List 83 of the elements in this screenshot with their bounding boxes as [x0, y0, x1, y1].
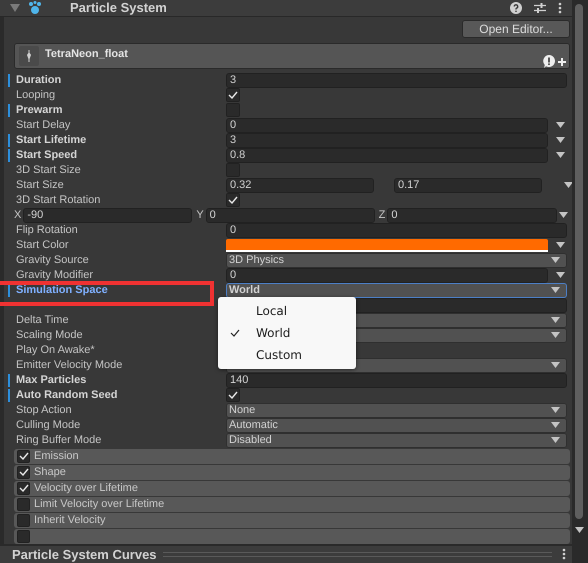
checkbox[interactable]	[17, 450, 30, 463]
module-header[interactable]: Inherit Velocity	[14, 512, 570, 528]
property-label: Start Size	[16, 179, 64, 192]
mesh-thumbnail-icon	[19, 46, 39, 66]
asset-name: TetraNeon_float	[45, 48, 128, 60]
property-label: Emitter Velocity Mode	[16, 359, 122, 372]
module-header[interactable]: Shape	[14, 464, 570, 480]
property-label: Prewarm	[16, 104, 62, 116]
property-label: Duration	[16, 74, 62, 86]
property-label: Start Color	[16, 239, 69, 252]
warning-icon[interactable]	[543, 54, 555, 68]
number-field[interactable]: -90	[23, 208, 192, 223]
property-label: Start Delay	[16, 119, 70, 132]
property-label: Culling Mode	[16, 419, 80, 432]
caret-icon	[551, 362, 560, 368]
number-field[interactable]: 3	[226, 132, 548, 148]
number-field[interactable]: 3	[226, 72, 567, 88]
property-label: Delta Time	[16, 314, 69, 326]
property-label: Ring Buffer Mode	[16, 434, 102, 446]
dropdown-arrow-icon[interactable]	[556, 272, 565, 278]
property-label: 3D Start Size	[16, 164, 81, 176]
number-field[interactable]: 0.8	[226, 148, 548, 163]
checkbox[interactable]	[17, 514, 30, 527]
caret-icon	[551, 257, 560, 264]
property-label: Looping	[16, 89, 56, 102]
settings-sliders-icon[interactable]	[534, 2, 546, 14]
dropdown-arrow-icon[interactable]	[564, 182, 573, 188]
more-options-icon[interactable]	[562, 548, 566, 560]
number-field[interactable]: 0.32	[226, 178, 374, 193]
checkbox[interactable]	[17, 530, 30, 543]
dropdown-arrow-icon[interactable]	[556, 242, 565, 248]
checkbox[interactable]	[226, 388, 240, 402]
help-icon[interactable]	[510, 2, 522, 14]
more-options-icon[interactable]	[558, 2, 562, 14]
property-label: Gravity Source	[16, 254, 89, 266]
property-label: Scaling Mode	[16, 329, 83, 342]
panel-title: Particle System Curves	[12, 546, 157, 562]
axis-label: Z	[378, 209, 386, 222]
module-header[interactable]: Emission	[14, 448, 570, 464]
menu-item[interactable]: Local	[218, 300, 356, 322]
scroll-down-arrow-icon[interactable]	[575, 527, 584, 533]
dropdown-field[interactable]: World	[226, 282, 567, 298]
checkbox[interactable]	[226, 88, 240, 102]
axis-label: Y	[196, 209, 204, 222]
dropdown-field[interactable]: Automatic	[226, 418, 567, 433]
checkbox[interactable]	[226, 193, 240, 208]
property-label: Flip Rotation	[16, 224, 78, 236]
dropdown-arrow-icon[interactable]	[559, 212, 568, 218]
caret-icon	[551, 287, 560, 294]
property-label: Start Speed	[16, 149, 78, 162]
property-label: Stop Action	[16, 404, 72, 416]
property-label: Play On Awake*	[16, 344, 95, 356]
property-label: 3D Start Rotation	[16, 194, 100, 206]
menu-item[interactable]: World	[218, 322, 356, 344]
number-field[interactable]: 0	[387, 208, 557, 223]
property-label: Gravity Modifier	[16, 269, 94, 282]
checkbox[interactable]	[17, 498, 30, 511]
property-label: Simulation Space	[16, 284, 108, 296]
number-field[interactable]: 0	[226, 268, 548, 283]
plus-icon[interactable]	[558, 58, 566, 66]
checkbox[interactable]	[17, 482, 30, 495]
color-field[interactable]	[226, 238, 548, 252]
dropdown-field[interactable]: Disabled	[226, 432, 567, 448]
dropdown-field[interactable]: None	[226, 402, 567, 418]
axis-label: X	[14, 209, 22, 222]
scrollbar[interactable]	[572, 0, 588, 563]
dropdown-field[interactable]: 3D Physics	[226, 252, 567, 268]
open-editor-button[interactable]: Open Editor...	[462, 20, 570, 38]
number-field[interactable]: 0	[226, 118, 548, 133]
property-label: Start Lifetime	[16, 134, 86, 146]
number-field[interactable]: 0	[226, 222, 567, 238]
number-field[interactable]: 0.17	[394, 178, 542, 193]
menu-item[interactable]: Custom	[218, 344, 356, 366]
component-title: Particle System	[70, 0, 167, 16]
checkbox[interactable]	[17, 466, 30, 479]
property-label: Auto Random Seed	[16, 389, 118, 402]
foldout-arrow-icon[interactable]	[10, 4, 20, 12]
module-header[interactable]: Limit Velocity over Lifetime	[14, 496, 570, 512]
number-field[interactable]: 0	[206, 208, 375, 223]
number-field[interactable]: 140	[226, 372, 567, 388]
module-header[interactable]: Velocity over Lifetime	[14, 480, 570, 496]
particle-system-icon	[28, 0, 42, 15]
property-label: Max Particles	[16, 374, 86, 386]
